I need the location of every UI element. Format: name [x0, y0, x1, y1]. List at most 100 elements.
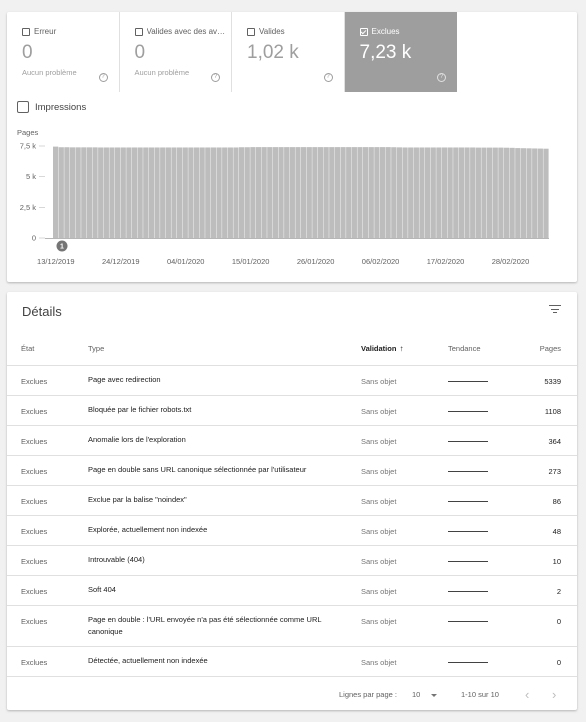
chart-bar[interactable] [53, 146, 59, 238]
col-etat[interactable]: État [21, 344, 34, 353]
impressions-checkbox[interactable] [17, 101, 29, 113]
chart-bar[interactable] [498, 147, 504, 238]
chart-bar[interactable] [193, 147, 200, 238]
chart-bar[interactable] [182, 147, 188, 238]
help-icon[interactable]: ? [211, 73, 220, 82]
chart-bar[interactable] [109, 147, 115, 238]
chart-bar[interactable] [368, 147, 374, 238]
chart-bar[interactable] [458, 147, 465, 238]
chart-bar[interactable] [357, 147, 363, 238]
rows-per-page-select[interactable]: 10 [412, 690, 420, 699]
col-tendance[interactable]: Tendance [448, 344, 481, 353]
chart-bar[interactable] [306, 147, 312, 238]
chart-bar[interactable] [481, 147, 487, 238]
chart-bar[interactable] [227, 147, 233, 238]
chart-bar[interactable] [284, 147, 290, 238]
help-icon[interactable]: ? [323, 73, 333, 82]
chart-bar[interactable] [295, 147, 301, 238]
chart-bar[interactable] [137, 147, 143, 238]
chart-bar[interactable] [532, 148, 538, 238]
chart-bar[interactable] [267, 147, 273, 238]
tile-valides-avertissements[interactable]: Valides avec des avertissements 0 Aucun … [120, 12, 232, 92]
chart-bar[interactable] [81, 147, 87, 238]
chart-bar[interactable] [385, 147, 391, 238]
chart-bar[interactable] [69, 147, 76, 238]
chart-bar[interactable] [537, 148, 543, 238]
chart-bar[interactable] [301, 147, 307, 238]
tile-checkbox[interactable] [247, 28, 255, 36]
chart-bar[interactable] [250, 147, 256, 238]
chart-bar[interactable] [255, 147, 262, 238]
chart-bar[interactable] [160, 147, 166, 238]
chart-bar[interactable] [515, 148, 521, 238]
help-icon[interactable]: ? [437, 73, 446, 82]
chart-bar[interactable] [171, 147, 177, 238]
chart-bar[interactable] [447, 147, 453, 238]
table-row[interactable]: Exclues Page avec redirection Sans objet 53… [7, 366, 577, 396]
chart-bar[interactable] [379, 147, 386, 238]
chart-bar[interactable] [58, 147, 64, 238]
chart-bar[interactable] [143, 147, 149, 238]
col-validation[interactable]: Validation ↑ [361, 344, 403, 353]
filter-icon[interactable] [549, 304, 561, 314]
chart-bar[interactable] [492, 147, 498, 238]
prev-page-button[interactable]: ‹ [525, 687, 529, 702]
chart-bar[interactable] [120, 147, 126, 238]
table-row[interactable]: Exclues Introuvable (404) Sans objet 10 [7, 546, 577, 576]
chart-bar[interactable] [543, 148, 549, 238]
chart-bar[interactable] [351, 147, 357, 238]
chart-bar[interactable] [419, 147, 425, 238]
col-pages[interactable]: Pages [540, 344, 561, 353]
chart-bar[interactable] [233, 147, 239, 238]
chart-bar[interactable] [408, 147, 414, 238]
table-row[interactable]: Exclues Bloquée par le fichier robots.txt… [7, 396, 577, 426]
chart-bar[interactable] [391, 147, 397, 238]
chart-bar[interactable] [374, 147, 380, 238]
chart-bar[interactable] [244, 147, 250, 238]
chart-bar[interactable] [346, 147, 352, 238]
chart-bar[interactable] [165, 147, 171, 238]
chart-bar[interactable] [436, 147, 442, 238]
chart-bar[interactable] [425, 147, 431, 238]
chart-bar[interactable] [86, 147, 93, 238]
chart-bar[interactable] [323, 147, 329, 238]
chart-bar[interactable] [520, 148, 527, 238]
chart-bar[interactable] [154, 147, 160, 238]
chart-bar[interactable] [131, 147, 138, 238]
chart-bar[interactable] [334, 147, 341, 238]
chevron-down-icon[interactable] [431, 694, 437, 697]
chart-bar[interactable] [75, 147, 81, 238]
next-page-button[interactable]: › [552, 687, 556, 702]
chart-bar[interactable] [98, 147, 104, 238]
chart-bar[interactable] [148, 147, 155, 238]
chart-bar[interactable] [363, 147, 369, 238]
chart-bar[interactable] [188, 147, 194, 238]
chart-bar[interactable] [289, 147, 295, 238]
chart-bar[interactable] [126, 147, 132, 238]
chart-bar[interactable] [453, 147, 459, 238]
chart-bar[interactable] [475, 147, 481, 238]
chart-bar[interactable] [239, 147, 245, 238]
chart-bar[interactable] [413, 147, 419, 238]
chart-bar[interactable] [92, 147, 98, 238]
chart-bar[interactable] [503, 147, 510, 238]
chart-bar[interactable] [402, 147, 408, 238]
chart-bar[interactable] [216, 147, 222, 238]
chart-bar[interactable] [210, 147, 217, 238]
chart-bar[interactable] [526, 148, 532, 238]
chart-bar[interactable] [261, 147, 267, 238]
chart-bar[interactable] [312, 147, 318, 238]
tile-exclues[interactable]: Exclues 7,23 k ? [344, 12, 457, 92]
chart-bar[interactable] [115, 147, 121, 238]
chart-bar[interactable] [329, 147, 335, 238]
chart-bar[interactable] [464, 147, 470, 238]
tile-checkbox[interactable] [22, 28, 30, 36]
tile-checkbox[interactable] [134, 28, 143, 36]
chart-bar[interactable] [470, 147, 476, 238]
chart-bar[interactable] [177, 147, 183, 238]
chart-bar[interactable] [396, 147, 403, 238]
tile-erreur[interactable]: Erreur 0 Aucun problème ? [7, 12, 120, 92]
chart-bar[interactable] [64, 147, 70, 238]
tile-valides[interactable]: Valides 1,02 k ? [232, 12, 345, 92]
table-row[interactable]: Exclues Anomalie lors de l'exploration San… [7, 426, 577, 456]
